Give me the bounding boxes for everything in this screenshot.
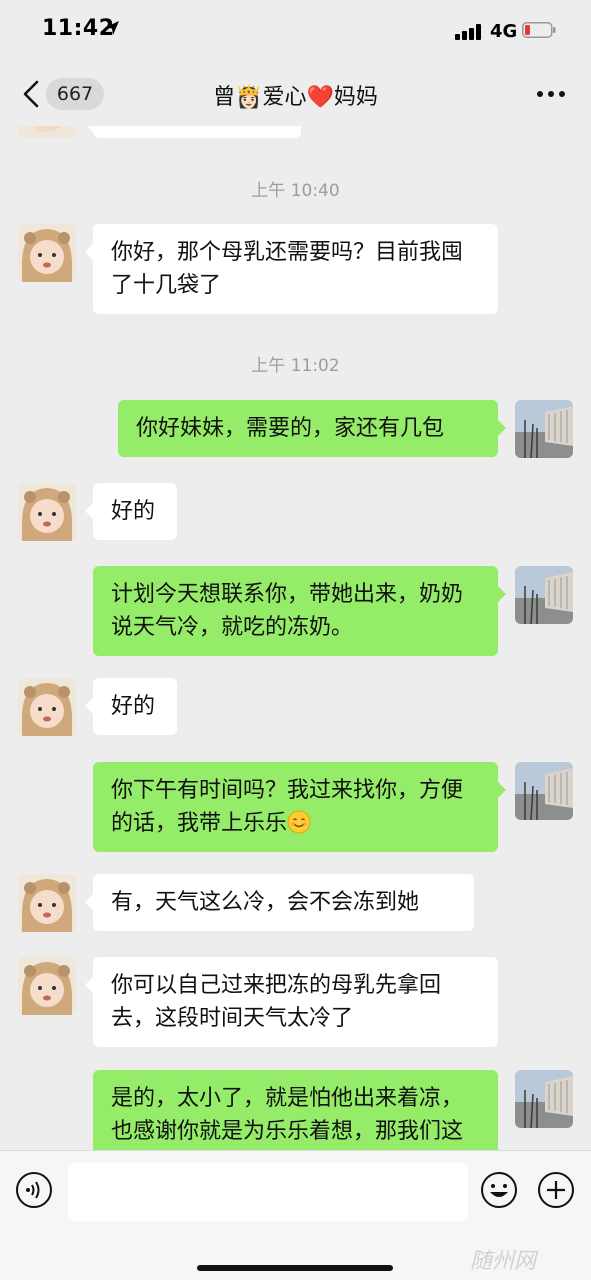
battery-icon [522,22,556,38]
incoming-message-bubble[interactable]: 好的 [85,483,177,540]
outgoing-message-bubble[interactable]: 是的，太小了，就是怕他出来着凉，也感谢你就是为乐乐着想，那我们这样子这两年呢和他… [93,1070,498,1150]
nav-bar: 667 曾👸🏻爱心❤️妈妈 [0,62,591,126]
input-bar: 随州网 [0,1150,591,1280]
watermark-logo: 随州网 [470,1249,537,1274]
signal-icon [455,24,483,40]
contact-avatar[interactable] [18,483,76,541]
more-icon[interactable] [536,90,566,98]
voice-icon[interactable] [15,1171,53,1209]
smile-emoji-icon [287,810,311,834]
status-bar: 11:42 4G [0,0,591,62]
partial-message-bubble [85,126,301,138]
incoming-message-bubble[interactable]: 你好，那个母乳还需要吗？目前我囤了十几袋了 [85,224,498,314]
contact-avatar[interactable] [18,957,76,1015]
message-input[interactable] [68,1163,468,1221]
home-indicator[interactable] [197,1265,393,1271]
outgoing-message-bubble[interactable]: 你好妹妹，需要的，家还有几包 [118,400,506,457]
my-avatar[interactable] [515,762,573,820]
outgoing-message-bubble[interactable]: 计划今天想联系你，带她出来，奶奶说天气冷，就吃的冻奶。 [93,566,506,656]
my-avatar[interactable] [515,1070,573,1128]
network-type: 4G [490,21,518,42]
plus-icon[interactable] [537,1171,575,1209]
location-arrow-icon [105,21,119,35]
timestamp: 上午 10:40 [251,181,340,201]
timestamp: 上午 11:02 [251,356,340,376]
chat-title: 曾👸🏻爱心❤️妈妈 [213,85,378,110]
contact-avatar[interactable] [18,678,76,736]
contact-avatar[interactable] [18,224,76,282]
incoming-message-bubble[interactable]: 有，天气这么冷，会不会冻到她 [85,874,474,931]
incoming-message-bubble[interactable]: 你可以自己过来把冻的母乳先拿回去，这段时间天气太冷了 [85,957,498,1047]
my-avatar[interactable] [515,400,573,458]
incoming-message-bubble[interactable]: 好的 [85,678,177,735]
contact-avatar[interactable] [18,874,76,932]
chat-area[interactable]: 上午 10:40 你好，那个母乳还需要吗？目前我囤了十几袋了 上午 11:02 … [0,126,591,1150]
contact-avatar[interactable] [18,126,76,138]
smile-icon[interactable] [480,1171,518,1209]
outgoing-message-bubble[interactable]: 你下午有时间吗？我过来找你，方便的话，我带上乐乐 [93,762,506,852]
my-avatar[interactable] [515,566,573,624]
